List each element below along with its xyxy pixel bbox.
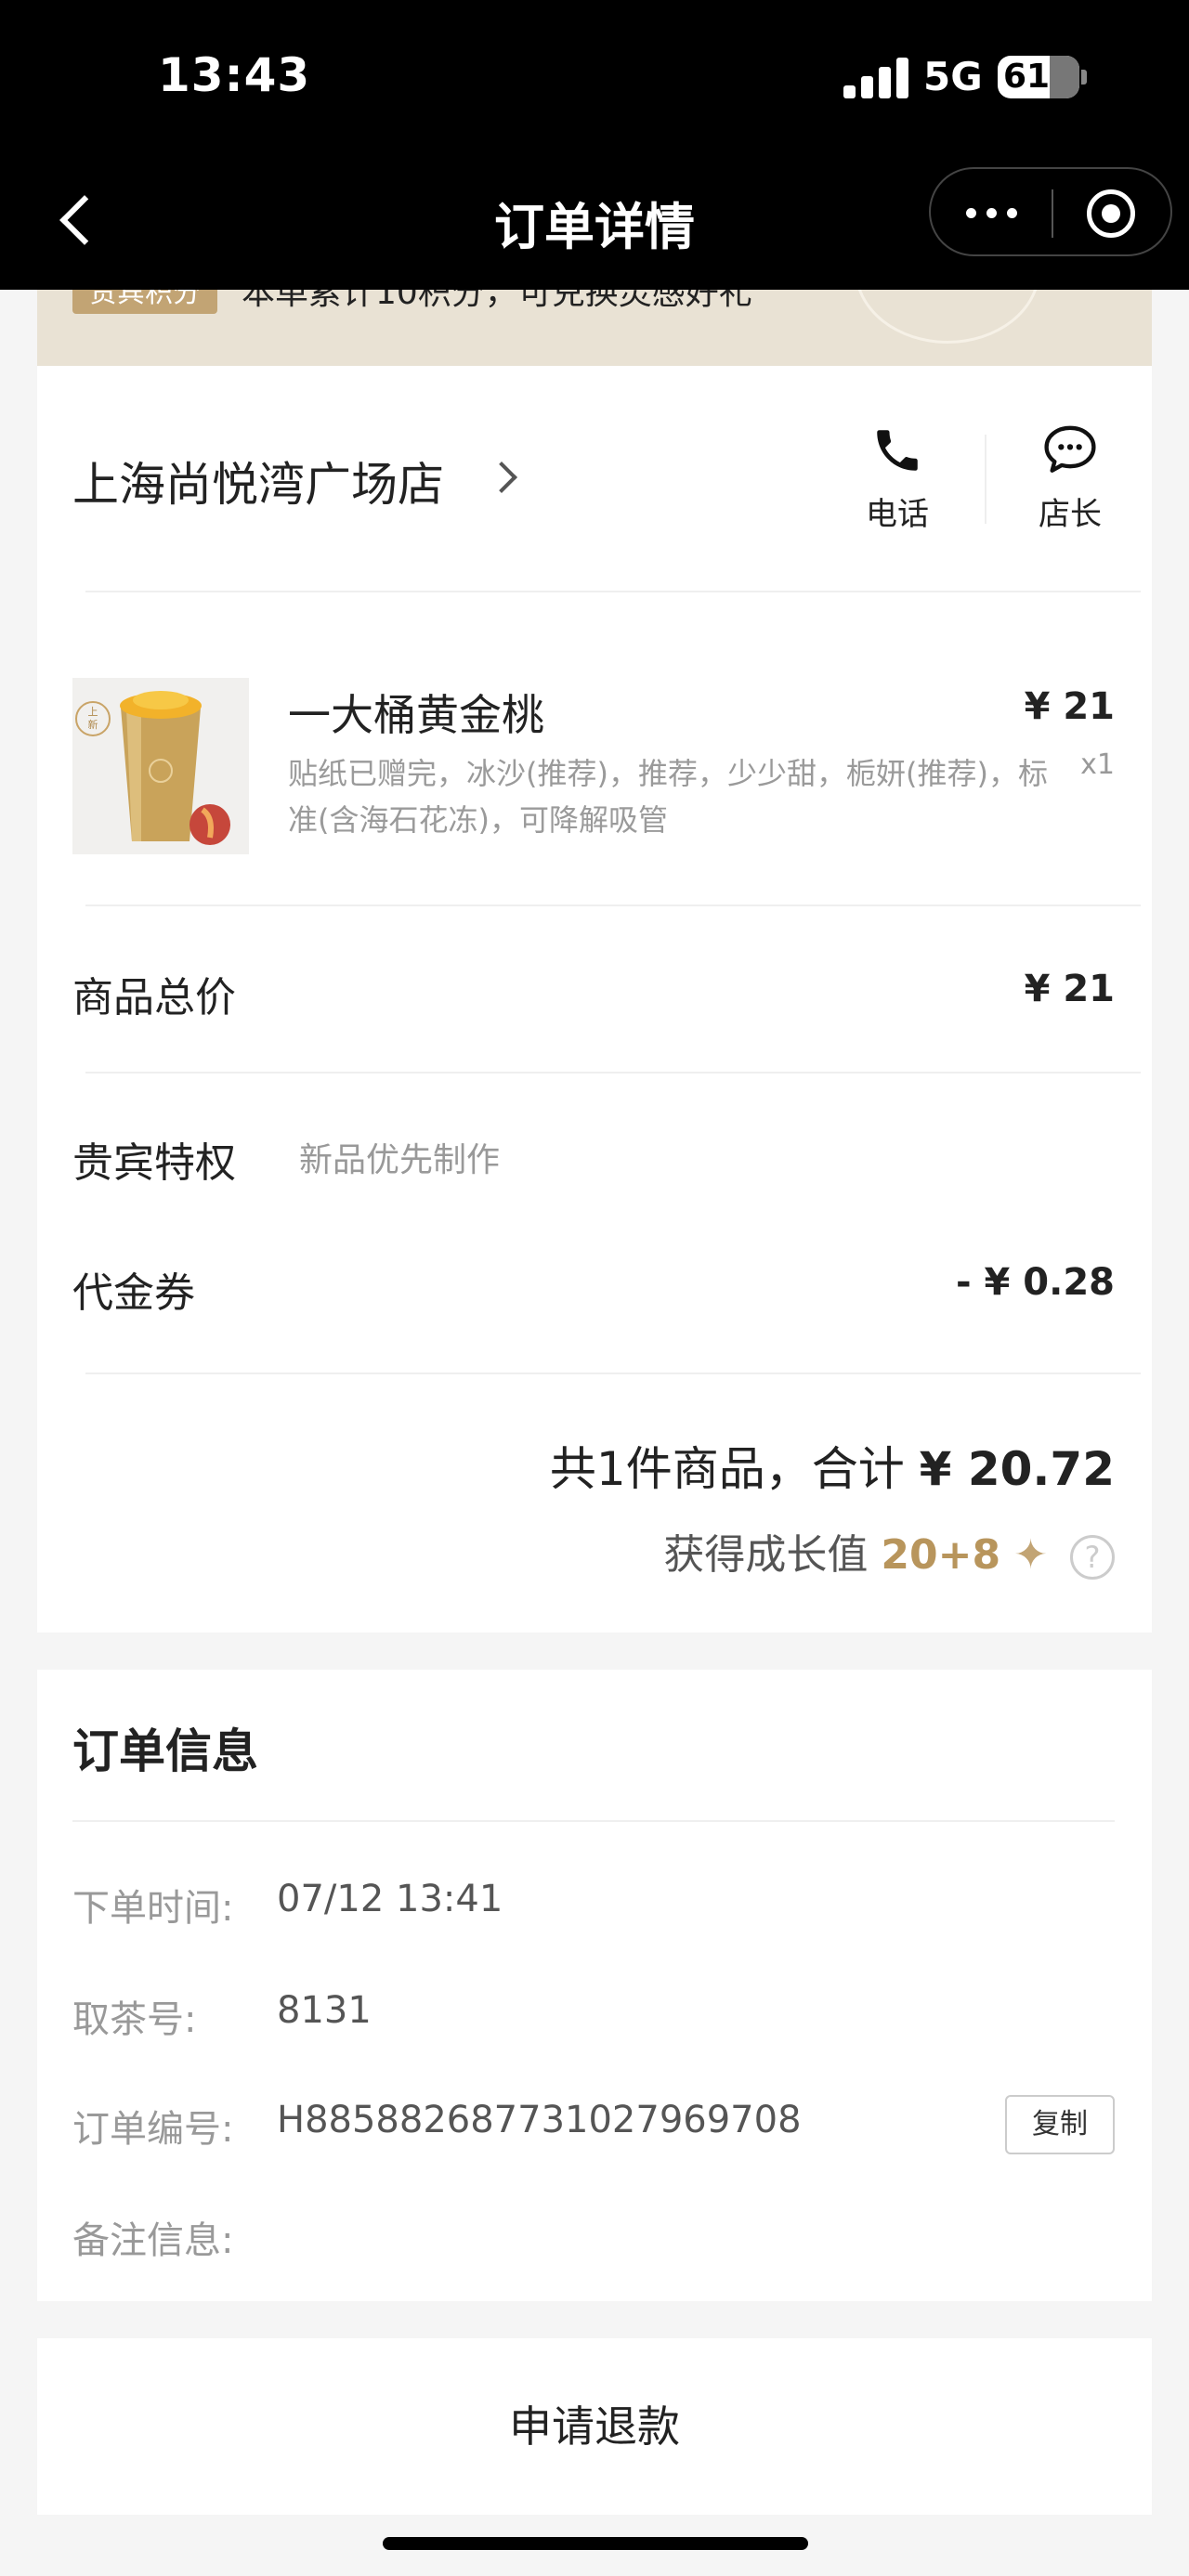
capsule-divider — [1052, 189, 1053, 238]
refund-card: 申请退款 — [37, 2338, 1152, 2515]
divider — [85, 1072, 1141, 1073]
divider — [85, 904, 1141, 906]
growth-value: 20+8 — [881, 1531, 1001, 1579]
order-total: 共1件商品，合计 ¥ 20.72 — [550, 1432, 1115, 1499]
total-prefix: 共1件商品，合计 — [549, 1442, 905, 1496]
order-time-value: 07/12 13:41 — [277, 1878, 503, 1920]
request-refund-button[interactable]: 申请退款 — [37, 2338, 1152, 2515]
close-target-icon[interactable] — [1087, 189, 1135, 238]
battery-level: 61 — [1002, 58, 1051, 96]
phone-button[interactable]: 电话 — [842, 423, 953, 534]
pickup-number-value: 8131 — [277, 1989, 372, 2032]
phone-icon — [877, 430, 918, 471]
battery-icon: 61 — [998, 56, 1079, 98]
copy-button[interactable]: 复制 — [1005, 2095, 1115, 2154]
product-price: ¥ 21 — [1024, 685, 1115, 728]
order-number-label: 订单编号: — [72, 2108, 234, 2151]
coupon-value: - ¥ 0.28 — [956, 1261, 1115, 1304]
order-info-card: 订单信息 下单时间: 07/12 13:41 取茶号: 8131 订单编号: H… — [37, 1670, 1152, 2301]
order-number-value: H885882687731027969708 — [277, 2099, 802, 2141]
phone-label: 电话 — [866, 496, 929, 533]
manager-button[interactable]: 店长 — [1014, 423, 1126, 534]
coupon-label: 代金券 — [72, 1269, 195, 1317]
growth-prefix: 获得成长值 — [663, 1531, 869, 1579]
battery-tip — [1081, 70, 1087, 85]
manager-label: 店长 — [1039, 496, 1102, 533]
network-type: 5G — [923, 54, 983, 99]
chevron-right-icon[interactable] — [486, 462, 517, 493]
sparkle-icon: ✦ — [1013, 1531, 1048, 1579]
top-bar: 13:43 5G 61 订单详情 — [0, 0, 1189, 290]
vip-perk-text: 新品优先制作 — [299, 1141, 501, 1179]
svg-text:新: 新 — [88, 718, 98, 731]
growth-points: 获得成长值 20+8 ✦ ? — [663, 1521, 1115, 1581]
product-image[interactable]: 上 新 — [72, 678, 249, 854]
divider — [85, 591, 1141, 592]
order-card: 上海尚悦湾广场店 电话 店长 上 新 一大桶黄金桃 贴纸已赠完，冰沙(推荐)，推… — [37, 366, 1152, 1633]
store-name[interactable]: 上海尚悦湾广场店 — [72, 448, 444, 514]
signal-icon — [843, 58, 908, 98]
divider — [85, 1373, 1141, 1374]
action-divider — [985, 435, 986, 524]
pickup-number-label: 取茶号: — [72, 1998, 197, 2041]
vip-perk-label: 贵宾特权 — [72, 1139, 236, 1187]
total-amount: ¥ 20.72 — [919, 1442, 1115, 1496]
divider — [72, 1820, 1115, 1822]
product-options: 贴纸已赠完，冰沙(推荐)，推荐，少少甜，栀妍(推荐)，标准(含海石花冻)，可降解… — [288, 756, 1048, 838]
chat-icon — [1044, 425, 1096, 473]
order-info-title: 订单信息 — [72, 1724, 258, 1778]
order-time-label: 下单时间: — [72, 1887, 234, 1930]
subtotal-value: ¥ 21 — [1024, 968, 1115, 1010]
product-name: 一大桶黄金桃 — [288, 690, 544, 740]
svg-text:上: 上 — [88, 706, 98, 718]
help-icon[interactable]: ? — [1070, 1535, 1115, 1580]
remark-label: 备注信息: — [72, 2219, 234, 2262]
product-quantity: x1 — [1080, 748, 1115, 781]
status-time: 13:43 — [158, 48, 311, 102]
subtotal-label: 商品总价 — [72, 974, 236, 1021]
home-indicator — [383, 2537, 808, 2550]
more-icon[interactable] — [966, 199, 1022, 227]
mini-program-capsule — [929, 167, 1172, 256]
